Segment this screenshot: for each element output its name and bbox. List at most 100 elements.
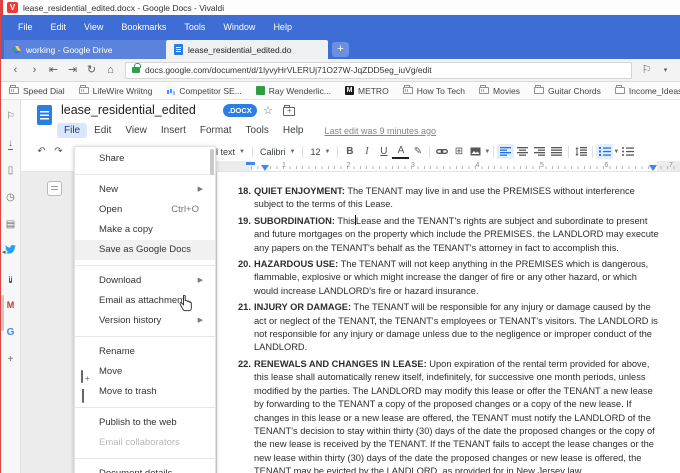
rewind-icon[interactable]: ⇤ [45, 62, 62, 79]
file-menu-item-publish-to-the-web[interactable]: Publish to the web [75, 413, 215, 433]
lease-clause-19[interactable]: 19. SUBORDINATION: ThisLease and the TENA… [238, 214, 662, 255]
ruler-number: 2 [346, 162, 351, 169]
vivaldi-icon[interactable]: V [7, 2, 18, 13]
download-icon[interactable]: ↓ [8, 133, 13, 151]
file-menu-dropdown: Share New ▶ Open Ctrl+O Make a copy Save as Go… [74, 146, 216, 473]
first-line-indent-marker[interactable] [246, 162, 255, 165]
browser-menu-window[interactable]: Window [214, 18, 264, 36]
facebook-icon[interactable]: f [9, 268, 12, 286]
lease-clause-21[interactable]: 21. INJURY OR DAMAGE: The TENANT will be … [238, 301, 662, 355]
docs-header: lease_residential_edited .DOCX ☆ FileEdi… [21, 100, 680, 142]
lease-clause-18[interactable]: 18. QUIET ENJOYMENT: The TENANT may live … [238, 185, 662, 212]
left-indent-marker[interactable] [261, 165, 269, 171]
move-folder-icon[interactable] [283, 105, 295, 116]
docs-menu-tools[interactable]: Tools [239, 123, 276, 138]
insert-image-icon[interactable] [467, 144, 484, 159]
window-panel-icon[interactable]: ▤ [6, 214, 15, 232]
docs-menu-format[interactable]: Format [193, 123, 239, 138]
file-menu-item-save-as-google-docs[interactable]: Save as Google Docs [75, 240, 215, 260]
bookmark-competitor-se-[interactable]: Competitor SE... [166, 86, 242, 96]
bookmark-speed-dial[interactable]: Speed Dial [9, 85, 65, 96]
align-center-button[interactable] [514, 144, 531, 159]
right-indent-marker[interactable] [649, 165, 657, 171]
browser-menubar: File Edit View Bookmarks Tools Window Help [1, 15, 680, 38]
new-tab-button[interactable]: + [332, 42, 349, 57]
forward-icon[interactable]: › [26, 62, 43, 79]
reload-icon[interactable]: ↻ [83, 62, 100, 79]
line-spacing-icon[interactable] [572, 144, 589, 159]
file-menu-item-make-a-copy[interactable]: Make a copy [75, 220, 215, 240]
chevron-down-icon[interactable]: ▼ [484, 149, 490, 155]
bold-button[interactable]: B [341, 144, 358, 159]
twitter-icon[interactable] [5, 241, 16, 259]
justify-button[interactable] [548, 144, 565, 159]
bookmark-how-to-tech[interactable]: How To Tech [402, 85, 465, 96]
undo-icon[interactable]: ↶ [33, 144, 50, 159]
docs-menu-view[interactable]: View [118, 123, 154, 138]
browser-menu-tools[interactable]: Tools [175, 18, 214, 36]
file-menu-item-open[interactable]: Open Ctrl+O [75, 200, 215, 220]
url-field[interactable]: docs.google.com/document/d/1lyvyHrVLERUj… [125, 61, 632, 79]
font-select[interactable]: Calibri ▼ [256, 147, 299, 157]
back-icon[interactable]: ‹ [7, 62, 24, 79]
bookmark-lifewire-wriitng[interactable]: LifeWire Wriitng [78, 85, 152, 96]
italic-button[interactable]: I [358, 144, 375, 159]
fast-forward-icon[interactable]: ⇥ [64, 62, 81, 79]
bulleted-list-button[interactable] [619, 144, 636, 159]
browser-menu-file[interactable]: File [9, 18, 42, 36]
file-menu-item-download[interactable]: Download ▶ [75, 271, 215, 291]
add-comment-icon[interactable]: ⊞ [450, 144, 467, 159]
add-web-panel-icon[interactable]: + [8, 349, 14, 367]
docs-menu-insert[interactable]: Insert [154, 123, 193, 138]
browser-menu-view[interactable]: View [75, 18, 112, 36]
file-menu-item-rename[interactable]: Rename [75, 342, 215, 362]
panel-resize-handle[interactable] [1, 295, 4, 331]
bookmark-guitar-chords[interactable]: Guitar Chords [533, 85, 601, 96]
bookmark-income-ideas[interactable]: Income_Ideas [614, 85, 680, 96]
bookmark-movies[interactable]: Movies [479, 85, 520, 96]
file-menu-item-move-to-trash[interactable]: Move to trash [75, 382, 215, 403]
bookmark-page-icon[interactable]: ⚐ [638, 62, 655, 79]
last-edit-link[interactable]: Last edit was 9 minutes ago [324, 126, 436, 136]
file-menu-item-version-history[interactable]: Version history ▶ [75, 311, 215, 331]
file-menu-item-document-details[interactable]: Document details [75, 464, 215, 473]
show-outline-icon[interactable] [47, 181, 62, 196]
insert-link-icon[interactable] [433, 144, 450, 159]
file-menu-item-share[interactable]: Share [75, 149, 215, 169]
history-icon[interactable]: ◷ [6, 187, 15, 205]
document-title[interactable]: lease_residential_edited [61, 103, 196, 117]
lease-clause-22[interactable]: 22. RENEWALS AND CHANGES IN LEASE: Upon e… [238, 358, 662, 473]
font-size-select[interactable]: 12 ▼ [306, 147, 334, 157]
redo-icon[interactable]: ↷ [50, 144, 67, 159]
docs-menu-help[interactable]: Help [276, 123, 311, 138]
docs-menu-edit[interactable]: Edit [87, 123, 118, 138]
home-icon[interactable]: ⌂ [102, 62, 119, 79]
address-dropdown-icon[interactable]: ▾ [657, 62, 674, 79]
bookmark-icon[interactable]: ⚐ [6, 106, 15, 124]
tab-lease-document[interactable]: lease_residential_edited.do [166, 40, 328, 59]
star-icon[interactable]: ☆ [263, 104, 273, 117]
document-text[interactable]: 18. QUIET ENJOYMENT: The TENANT may live … [238, 185, 662, 473]
panel-collapse-icon[interactable]: ◂ [2, 248, 6, 256]
bookmark-ray-wenderlic-[interactable]: Ray Wenderlic... [255, 86, 331, 96]
browser-menu-bookmarks[interactable]: Bookmarks [112, 18, 175, 36]
lease-clause-20[interactable]: 20. HAZARDOUS USE: The TENANT will not ke… [238, 258, 662, 298]
file-menu-item-email-as-attachment[interactable]: Email as attachment [75, 291, 215, 311]
browser-menu-help[interactable]: Help [264, 18, 301, 36]
text-color-button[interactable]: A [392, 144, 410, 159]
tab-working-google-drive[interactable]: working - Google Drive [4, 40, 166, 59]
bookmark-metro[interactable]: M METRO [344, 86, 389, 96]
mail-site-icon[interactable]: M [7, 295, 15, 313]
highlight-color-icon[interactable]: ✎ [409, 144, 426, 159]
mobile-icon[interactable]: ▯ [8, 160, 14, 178]
document-page[interactable]: 18. QUIET ENJOYMENT: The TENANT may live … [216, 172, 680, 473]
numbered-list-button[interactable] [596, 144, 614, 159]
file-menu-item-move[interactable]: Move [75, 362, 215, 383]
align-left-button[interactable] [497, 144, 515, 159]
file-menu-item-new[interactable]: New ▶ [75, 180, 215, 200]
align-right-button[interactable] [531, 144, 548, 159]
docs-menu-file[interactable]: File [57, 123, 88, 138]
google-icon[interactable]: G [7, 322, 15, 340]
browser-menu-edit[interactable]: Edit [42, 18, 76, 36]
underline-button[interactable]: U [375, 144, 392, 159]
